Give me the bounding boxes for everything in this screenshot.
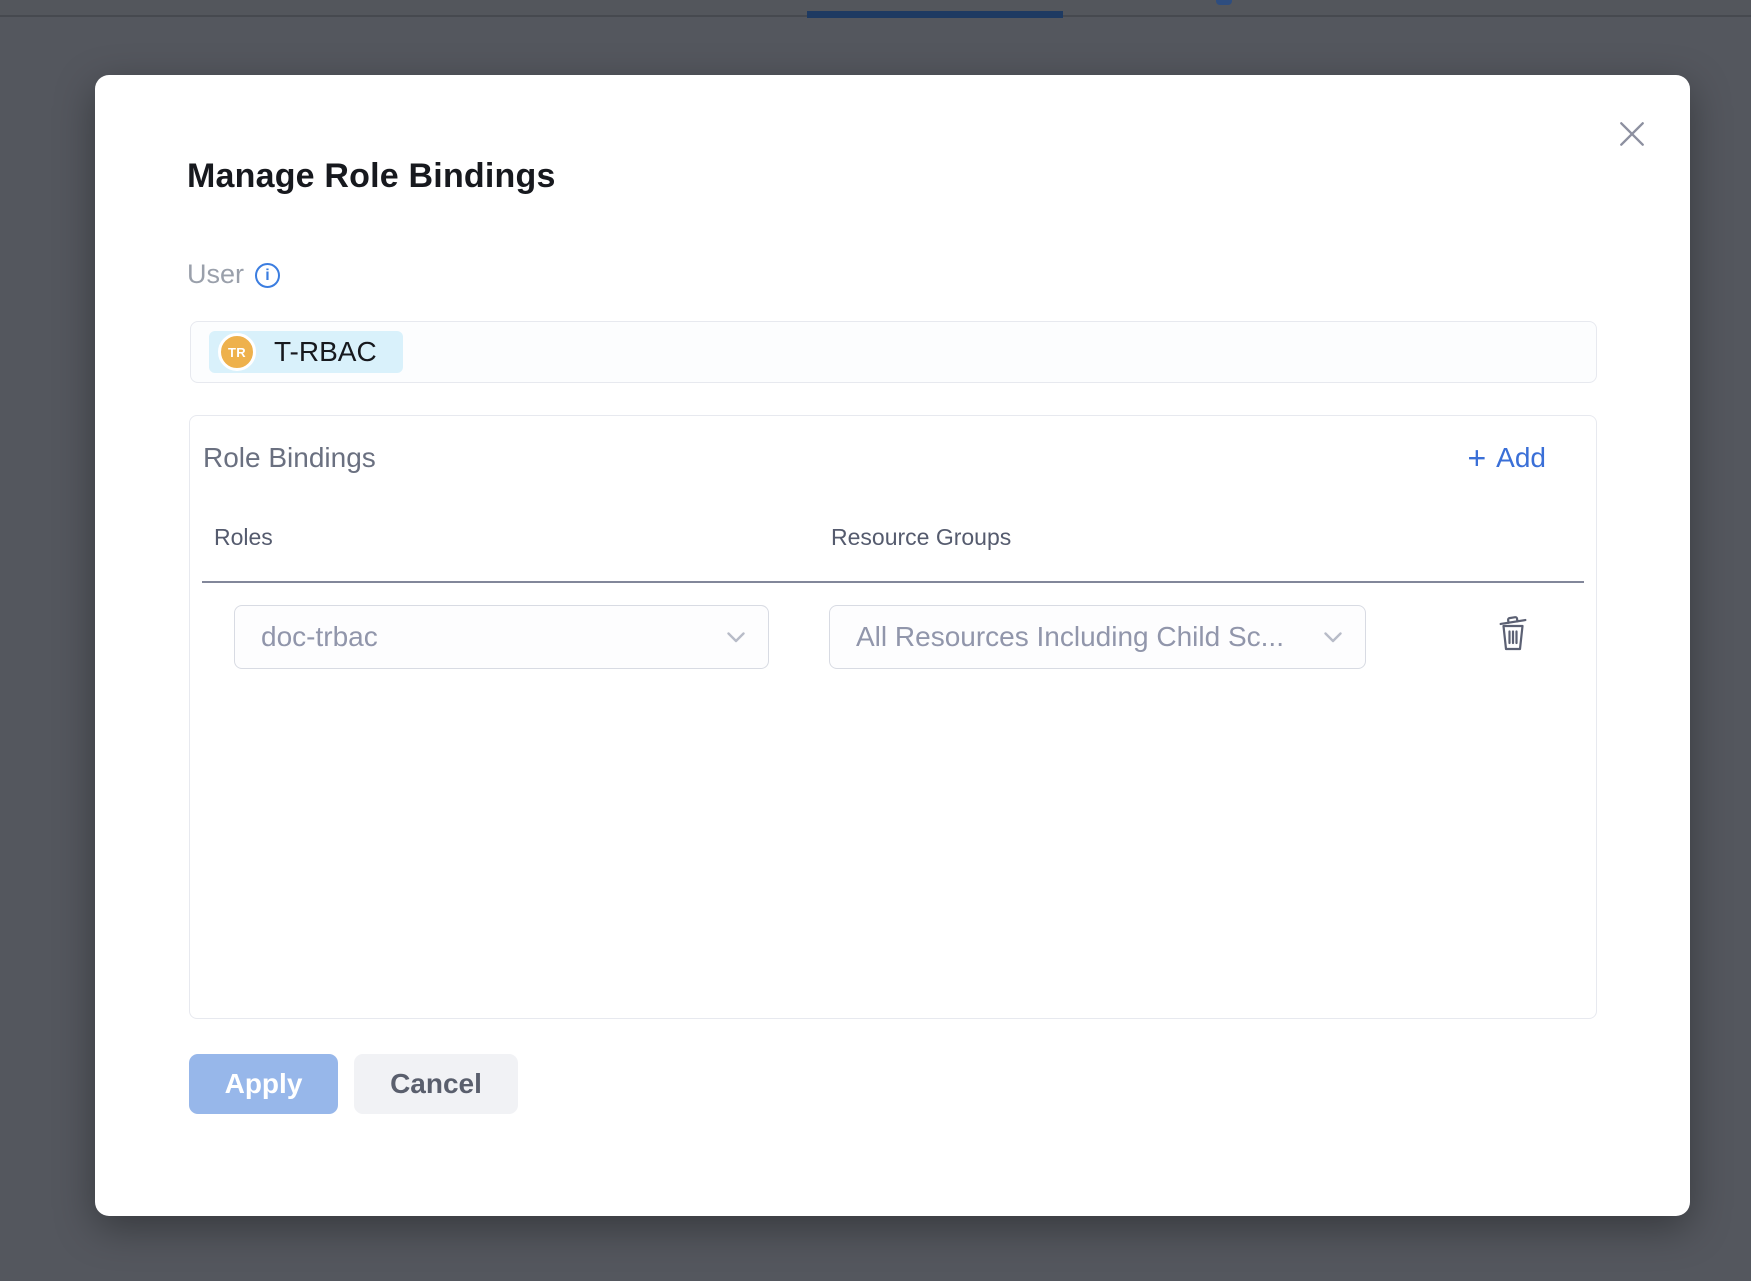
add-button-label: Add xyxy=(1496,442,1546,474)
column-header-roles: Roles xyxy=(214,524,273,551)
role-select-value: doc-trbac xyxy=(235,621,726,653)
selected-user-chip[interactable]: TR T-RBAC xyxy=(209,331,403,373)
user-label: User xyxy=(187,259,244,290)
manage-role-bindings-dialog: Manage Role Bindings User i TR T-RBAC Ro… xyxy=(95,75,1690,1216)
dialog-title: Manage Role Bindings xyxy=(187,157,556,196)
active-tab-underline xyxy=(807,11,1063,18)
table-header-divider xyxy=(202,581,1584,583)
plus-icon: + xyxy=(1467,443,1486,473)
chevron-down-icon xyxy=(726,631,746,644)
user-select-field[interactable]: TR T-RBAC xyxy=(190,321,1597,383)
column-header-resource-groups: Resource Groups xyxy=(831,524,1011,551)
cancel-button[interactable]: Cancel xyxy=(354,1054,518,1114)
resource-group-select-value: All Resources Including Child Sc... xyxy=(830,621,1323,653)
resource-group-select-dropdown[interactable]: All Resources Including Child Sc... xyxy=(829,605,1366,669)
user-name: T-RBAC xyxy=(274,336,377,368)
cutoff-tab-label-fragment xyxy=(1216,0,1232,5)
info-icon[interactable]: i xyxy=(255,263,280,288)
role-select-dropdown[interactable]: doc-trbac xyxy=(234,605,769,669)
trash-icon xyxy=(1496,612,1530,654)
user-label-row: User i xyxy=(187,259,280,290)
role-bindings-section: Role Bindings + Add Roles Resource Group… xyxy=(189,415,1597,1019)
role-bindings-title: Role Bindings xyxy=(203,442,376,474)
delete-row-button[interactable] xyxy=(1490,610,1536,656)
page-background: Manage Role Bindings User i TR T-RBAC Ro… xyxy=(0,0,1751,1281)
close-icon xyxy=(1617,119,1647,149)
add-role-binding-button[interactable]: + Add xyxy=(1467,442,1546,474)
chevron-down-icon xyxy=(1323,631,1343,644)
apply-button[interactable]: Apply xyxy=(189,1054,338,1114)
close-button[interactable] xyxy=(1611,113,1653,155)
user-avatar: TR xyxy=(218,333,256,371)
